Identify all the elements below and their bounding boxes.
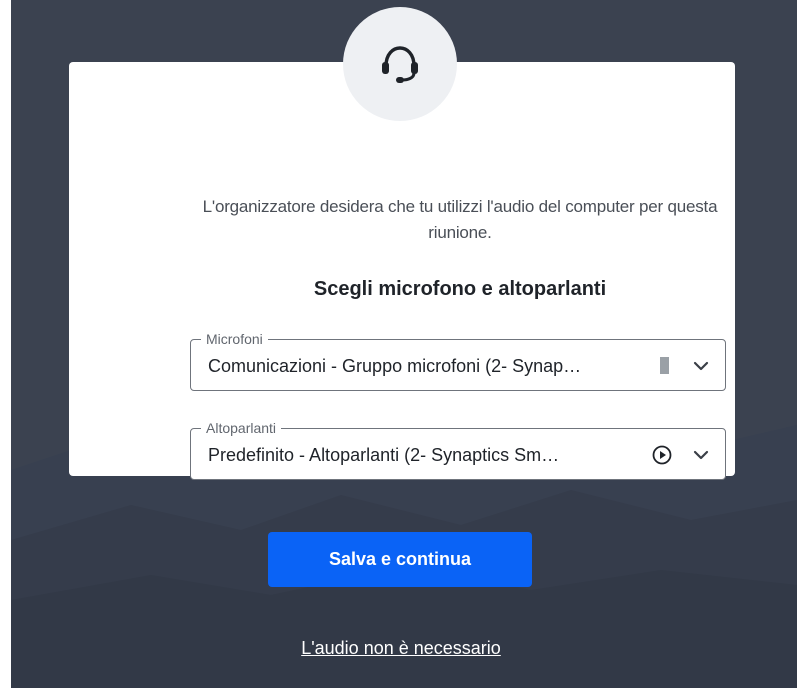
microphone-value: Comunicazioni - Gruppo microfoni (2- Syn…: [208, 356, 582, 376]
headset-icon: [382, 46, 418, 83]
speaker-label: Altoparlanti: [201, 418, 282, 438]
play-circle-icon[interactable]: [652, 445, 672, 465]
audio-setup-screen: L'organizzatore desidera che tu utilizzi…: [11, 0, 797, 688]
chevron-down-icon[interactable]: [691, 447, 711, 463]
speaker-value: Predefinito - Altoparlanti (2- Synaptics…: [208, 445, 560, 465]
audio-dialog-card: L'organizzatore desidera che tu utilizzi…: [69, 62, 735, 480]
save-and-continue-button[interactable]: Salva e continua: [268, 532, 532, 587]
mic-level-indicator: [660, 357, 669, 374]
chevron-down-icon[interactable]: [691, 358, 711, 374]
headset-badge: [343, 7, 457, 121]
microphone-select[interactable]: Microfoni Comunicazioni - Gruppo microfo…: [190, 329, 726, 391]
microphone-label: Microfoni: [201, 329, 268, 349]
dialog-heading: Scegli microfono e altoparlanti: [313, 278, 607, 300]
speaker-select[interactable]: Altoparlanti Predefinito - Altoparlanti …: [190, 418, 726, 480]
dialog-message: L'organizzatore desidera che tu utilizzi…: [202, 197, 718, 242]
audio-not-needed-link[interactable]: L'audio non è necessario: [211, 638, 591, 659]
